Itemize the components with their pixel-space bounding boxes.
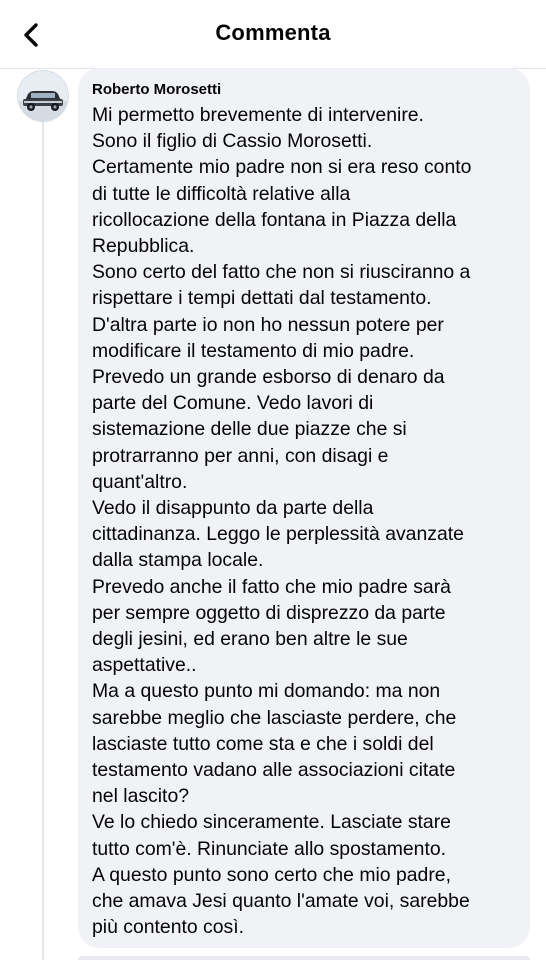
comment-text-line: protrarranno per anni, con disagi e (92, 444, 389, 467)
comment-text-line: dalla stampa locale. (92, 549, 264, 572)
comment-text-line: che amava Jesi quanto l'amate voi, sareb… (92, 890, 470, 913)
comment-text-line: Prevedo anche il fatto che mio padre sar… (92, 575, 451, 598)
comment-text-line: tutto com'è. Rinunciate allo spostamento… (92, 837, 447, 860)
comment-text-line: Sono certo del fatto che non si riuscira… (92, 261, 471, 284)
comment-text-line: parte del Comune. Vedo lavori di (92, 392, 374, 415)
vintage-car-avatar (18, 71, 68, 121)
comment-text-line: sarebbe meglio che lasciaste perdere, ch… (92, 706, 457, 729)
page-title: Commenta (215, 20, 331, 45)
comment-text-line: degli jesini, ed erano ben altre le sue (92, 628, 408, 651)
comment-text-line: sistemazione delle due piazze che si (92, 418, 407, 441)
avatar[interactable] (17, 70, 69, 122)
comment-text-line: Mi permetto brevemente di intervenire. (92, 104, 424, 126)
comment-text-line: più contento così. (92, 916, 244, 939)
comment-text-line: Prevedo un grande esborso di denaro da (92, 366, 445, 389)
comment-text-line: Ve lo chiedo sinceramente. Lasciate star… (92, 811, 451, 834)
comment-text-line: per sempre oggetto di disprezzo da parte (92, 601, 446, 624)
comment-text-line: di tutte le difficoltà relative alla (92, 182, 351, 205)
comment-text-line: ricollocazione della fontana in Piazza d… (92, 208, 457, 231)
comment-text-line: Certamente mio padre non si era reso con… (92, 156, 472, 179)
comment-bubble: Roberto Morosetti Mi permetto brevemente… (78, 68, 530, 948)
comment-text-line: Ma a questo punto mi domando: ma non (92, 680, 441, 703)
comment-text-line: Repubblica. (92, 235, 195, 258)
comment-text-line: lasciaste tutto come sta e che i soldi d… (92, 732, 434, 755)
comment-text-line: testamento vadano alle associazioni cita… (92, 759, 456, 782)
comment-text-line: cittadinanza. Leggo le perplessità avanz… (92, 523, 464, 546)
comment-text: Mi permetto brevemente di intervenire. So… (92, 102, 516, 941)
comment-text-line: rispettare i tempi dettati dal testament… (92, 287, 432, 310)
top-bar: Commenta (0, 0, 546, 69)
comment-text-line: aspettative.. (92, 654, 197, 677)
next-comment-edge (78, 956, 530, 960)
thread-line (42, 118, 44, 960)
comment-text-line: modificare il testamento di mio padre. (92, 339, 415, 362)
comment-author[interactable]: Roberto Morosetti (92, 80, 516, 100)
comment-text-line: Sono il figlio di Cassio Morosetti. (92, 130, 373, 153)
comment-text-line: nel lascito? (92, 785, 190, 808)
comment-text-line: Vedo il disappunto da parte della (92, 497, 374, 520)
comment-text-line: quant'altro. (92, 470, 188, 493)
comment-text-line: D'altra parte io non ho nessun potere pe… (92, 313, 444, 336)
comment-text-line: A questo punto sono certo che mio padre, (92, 863, 451, 886)
